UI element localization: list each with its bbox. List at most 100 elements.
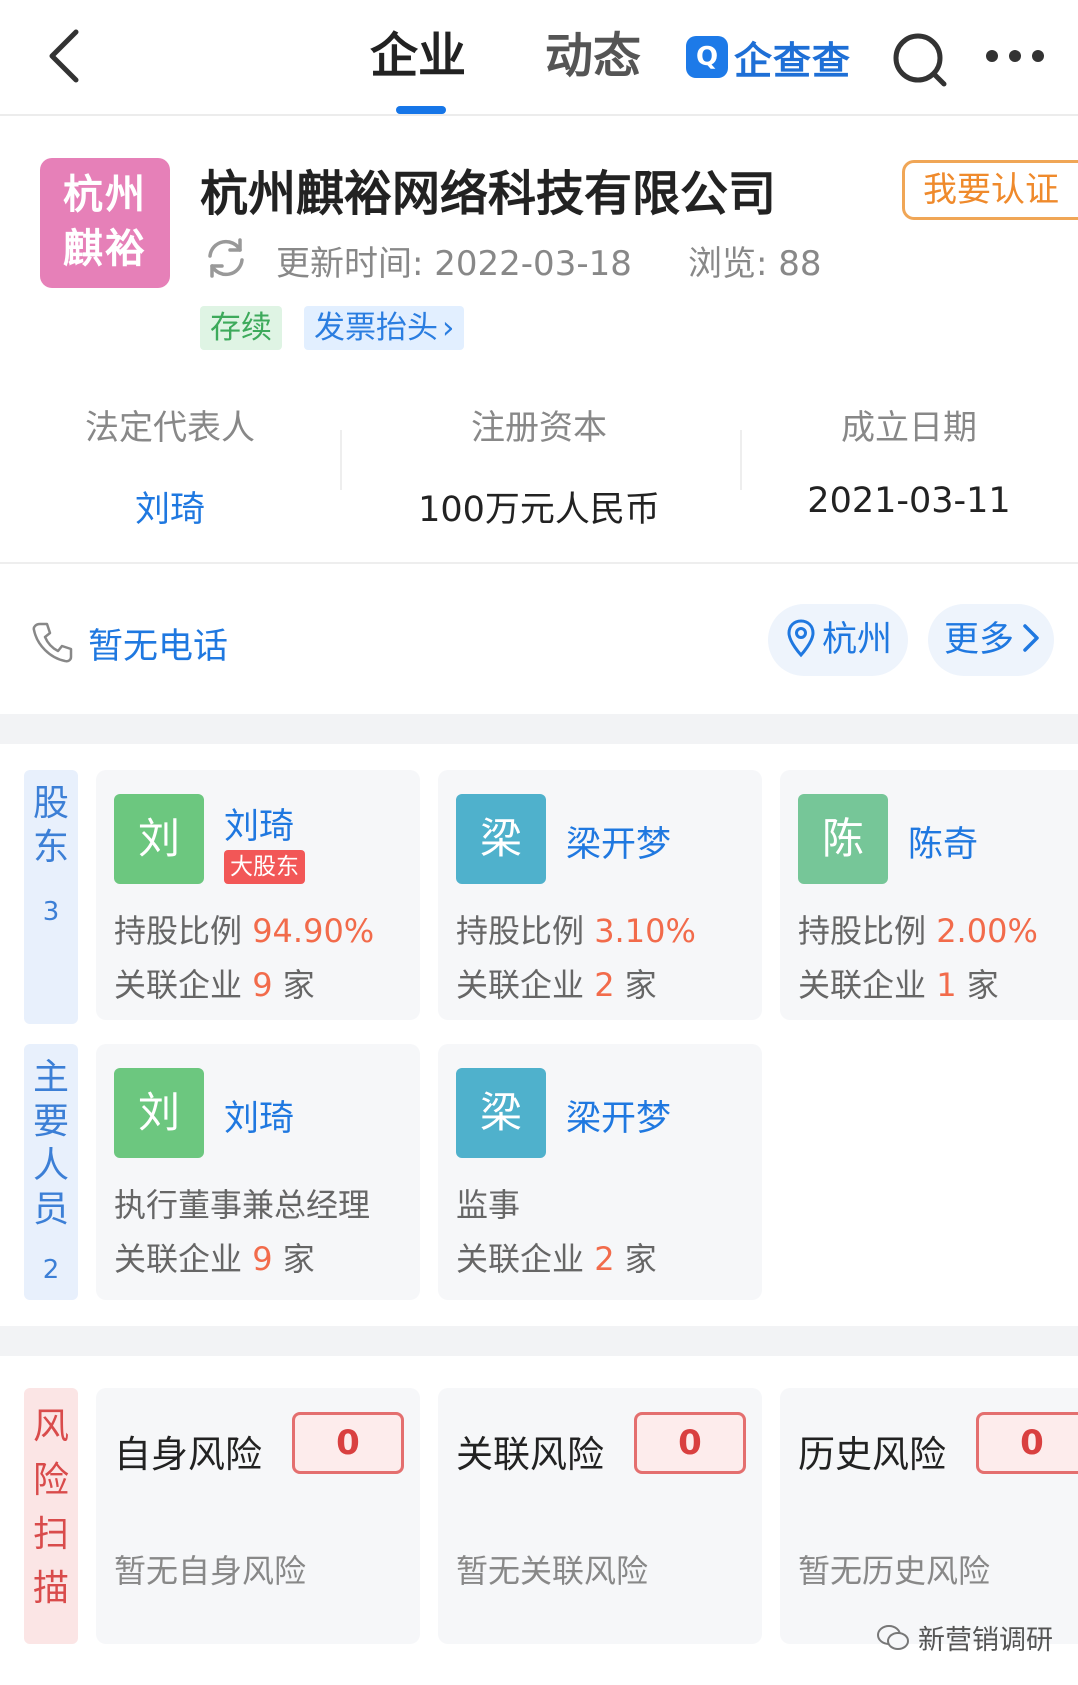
share-ratio: 持股比例 2.00%	[798, 906, 1038, 952]
avatar: 梁	[456, 1068, 546, 1158]
invoice-title-tag[interactable]: 发票抬头 ›	[304, 306, 465, 350]
side-label-char: 主	[32, 1057, 69, 1098]
divider	[0, 562, 1078, 564]
watermark: 新营销调研	[876, 1618, 1053, 1657]
person-role: 监事	[456, 1186, 521, 1224]
side-label-char: 股	[32, 783, 69, 824]
more-menu-icon[interactable]	[984, 40, 1046, 72]
personnel-count: 2	[42, 1255, 60, 1285]
avatar: 梁	[456, 794, 546, 884]
more-label: 更多	[944, 620, 1015, 660]
legal-representative-link[interactable]: 刘琦	[5, 481, 335, 532]
side-label-char: 员	[32, 1189, 69, 1230]
related-label: 关联企业	[114, 1240, 243, 1278]
related-suffix: 家	[624, 966, 657, 1004]
person-name[interactable]: 梁开梦	[566, 1090, 671, 1141]
logo-line: 麒裕	[63, 226, 147, 272]
update-time: 更新时间: 2022-03-18	[276, 244, 632, 284]
shareholder-name[interactable]: 陈奇	[908, 816, 978, 867]
fact-value: 100万元人民币	[418, 490, 660, 530]
related-count: 1	[936, 966, 957, 1004]
logo-line: 杭州	[63, 172, 147, 218]
risk-description: 暂无关联风险	[456, 1552, 649, 1590]
search-icon[interactable]	[890, 30, 950, 90]
related-count: 2	[594, 1240, 615, 1278]
tab-news[interactable]: 动态	[545, 26, 641, 86]
company-name: 杭州麒裕网络科技有限公司	[200, 166, 777, 222]
related-label: 关联企业	[456, 966, 585, 1004]
shareholder-name[interactable]: 梁开梦	[566, 816, 671, 867]
shareholder-count: 3	[42, 897, 60, 927]
related-companies[interactable]: 关联企业 2 家	[456, 960, 657, 1006]
side-label-char: 东	[32, 827, 69, 868]
status-badge: 存续	[200, 306, 282, 350]
location-pin-icon	[787, 619, 815, 658]
certify-button[interactable]: 我要认证	[902, 160, 1078, 220]
shareholder-name[interactable]: 刘琦	[224, 798, 294, 849]
active-tab-indicator	[396, 106, 446, 114]
risk-description: 暂无历史风险	[798, 1552, 991, 1590]
wechat-icon	[877, 1624, 909, 1650]
chevron-right-icon	[1023, 624, 1039, 652]
top-nav-bar: 企业 动态 Q 企查查	[0, 0, 1078, 116]
legal-representative: 法定代表人 刘琦	[5, 400, 335, 532]
related-companies[interactable]: 关联企业 9 家	[114, 1234, 315, 1280]
side-label-char: 要	[32, 1101, 69, 1142]
shareholder-card[interactable]: 刘 刘琦 大股东 持股比例 94.90% 关联企业 9 家	[96, 770, 420, 1020]
brand-name: 企查查	[734, 38, 852, 83]
risk-card-history[interactable]: 历史风险 0 暂无历史风险	[780, 1388, 1078, 1644]
personnel-card[interactable]: 梁 梁开梦 监事 关联企业 2 家	[438, 1044, 762, 1300]
refresh-icon[interactable]	[202, 234, 250, 282]
side-label-char: 风	[32, 1406, 69, 1447]
related-label: 关联企业	[114, 966, 243, 1004]
avatar: 刘	[114, 1068, 204, 1158]
divider	[340, 430, 342, 490]
avatar: 陈	[798, 794, 888, 884]
related-suffix: 家	[624, 1240, 657, 1278]
phone-icon	[32, 622, 73, 663]
section-divider	[0, 1326, 1078, 1356]
share-ratio-label: 持股比例	[798, 912, 927, 950]
person-role: 执行董事兼总经理	[114, 1186, 371, 1224]
more-info-button[interactable]: 更多	[928, 604, 1054, 676]
side-label-char: 人	[32, 1145, 69, 1186]
risk-card-related[interactable]: 关联风险 0 暂无关联风险	[438, 1388, 762, 1644]
person-name[interactable]: 刘琦	[224, 1090, 294, 1141]
registered-capital: 注册资本 100万元人民币	[374, 400, 704, 532]
related-suffix: 家	[966, 966, 999, 1004]
share-ratio: 持股比例 3.10%	[456, 906, 696, 952]
side-label-char: 描	[32, 1568, 69, 1609]
fact-label: 注册资本	[471, 408, 607, 448]
related-companies[interactable]: 关联企业 1 家	[798, 960, 999, 1006]
side-label-char: 扫	[32, 1514, 69, 1555]
risk-count-badge: 0	[976, 1412, 1078, 1474]
share-ratio-value: 3.10%	[594, 912, 696, 950]
risk-scan-section-label[interactable]: 风 险 扫 描	[24, 1388, 78, 1644]
avatar: 刘	[114, 794, 204, 884]
shareholder-card[interactable]: 梁 梁开梦 持股比例 3.10% 关联企业 2 家	[438, 770, 762, 1020]
share-ratio-label: 持股比例	[114, 912, 243, 950]
brand-logo-icon: Q	[686, 36, 728, 78]
location-button[interactable]: 杭州	[768, 604, 908, 676]
risk-title: 自身风险	[114, 1433, 262, 1476]
personnel-card[interactable]: 刘 刘琦 执行董事兼总经理 关联企业 9 家	[96, 1044, 420, 1300]
shareholder-card[interactable]: 陈 陈奇 持股比例 2.00% 关联企业 1 家	[780, 770, 1078, 1020]
tab-company[interactable]: 企业	[370, 26, 466, 86]
phone-number-link[interactable]: 暂无电话	[88, 618, 228, 669]
share-ratio-value: 94.90%	[252, 912, 375, 950]
fact-label: 成立日期	[841, 408, 977, 448]
founding-date: 成立日期 2021-03-11	[744, 400, 1074, 521]
related-suffix: 家	[282, 966, 315, 1004]
risk-description: 暂无自身风险	[114, 1552, 307, 1590]
back-arrow-icon[interactable]	[42, 26, 86, 86]
risk-title: 历史风险	[798, 1433, 946, 1476]
related-companies[interactable]: 关联企业 2 家	[456, 1234, 657, 1280]
related-companies[interactable]: 关联企业 9 家	[114, 960, 315, 1006]
shareholders-section-label[interactable]: 股 东 3	[24, 770, 78, 1024]
company-logo: 杭州 麒裕	[40, 158, 170, 288]
invoice-title-label: 发票抬头	[314, 310, 438, 346]
share-ratio: 持股比例 94.90%	[114, 906, 374, 952]
risk-card-self[interactable]: 自身风险 0 暂无自身风险	[96, 1388, 420, 1644]
personnel-section-label[interactable]: 主 要 人 员 2	[24, 1044, 78, 1300]
related-count: 9	[252, 1240, 273, 1278]
